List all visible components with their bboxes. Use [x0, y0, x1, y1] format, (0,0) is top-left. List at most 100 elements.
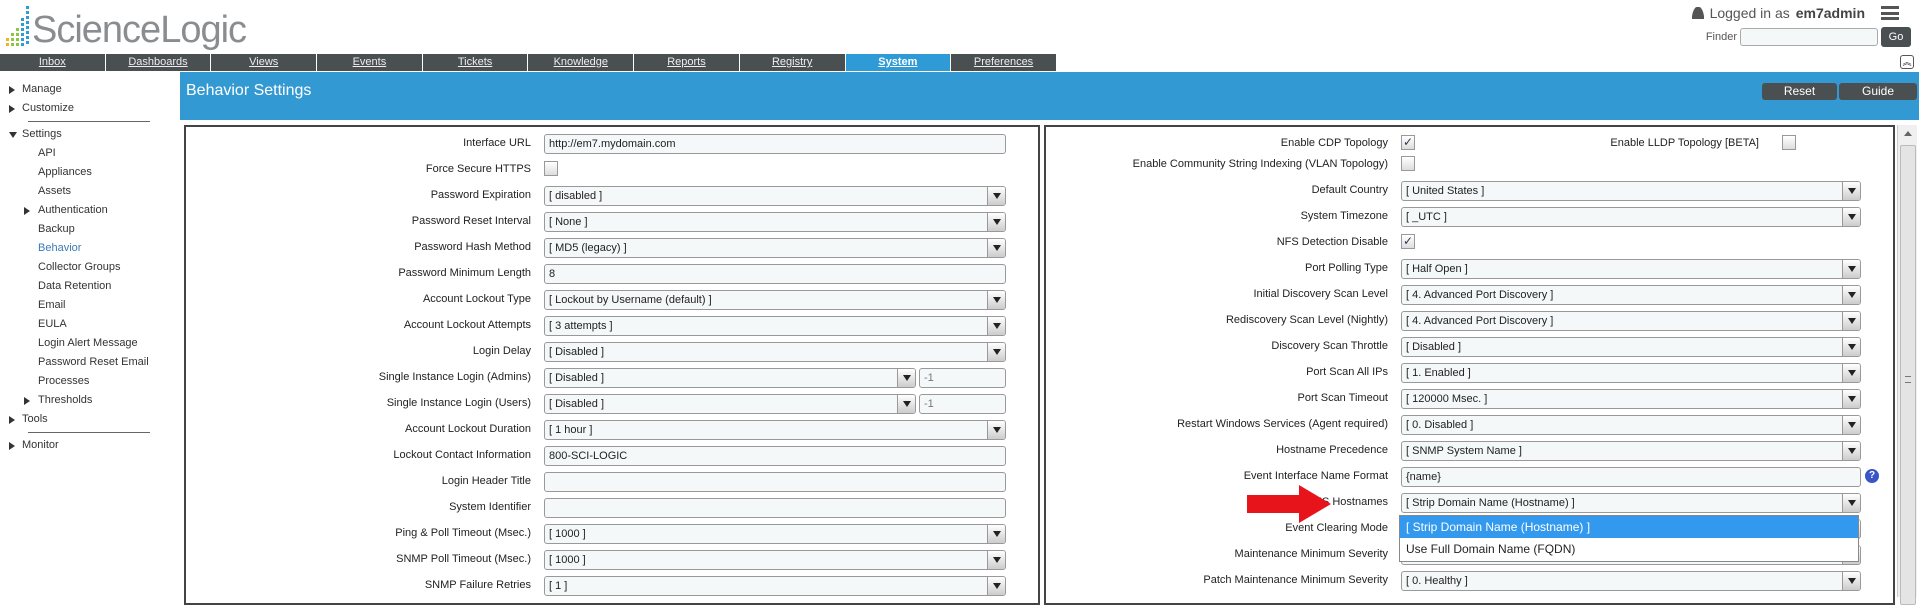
sidebar-item-api[interactable]: API [0, 144, 180, 163]
help-icon[interactable]: ? [1865, 469, 1879, 483]
enable-community-string-indexing-vlan-topology-checkbox[interactable] [1401, 156, 1415, 171]
dropdown-arrow-icon[interactable] [1842, 260, 1860, 278]
tab-knowledge[interactable]: Knowledge [528, 54, 635, 71]
tab-inbox[interactable]: Inbox [0, 54, 106, 71]
ping-poll-timeout-msec-select[interactable]: [ 1000 ] [544, 524, 1006, 544]
sidebar-item-customize[interactable]: Customize [0, 99, 180, 118]
dropdown-arrow-icon[interactable] [897, 395, 915, 413]
snmp-poll-timeout-msec-select[interactable]: [ 1000 ] [544, 550, 1006, 570]
system-identifier-input[interactable] [544, 498, 1006, 518]
dropdown-option[interactable]: [ Strip Domain Name (Hostname) ] [1400, 516, 1858, 538]
sidebar-item-password-reset-email[interactable]: Password Reset Email [0, 353, 180, 372]
password-hash-method-select[interactable]: [ MD5 (legacy) ] [544, 238, 1006, 258]
expanded-triangle-icon[interactable] [9, 132, 17, 138]
patch-maintenance-minimum-severity-select[interactable]: [ 0. Healthy ] [1401, 571, 1861, 591]
rediscovery-scan-level-nightly-select[interactable]: [ 4. Advanced Port Discovery ] [1401, 311, 1861, 331]
dropdown-arrow-icon[interactable] [1842, 390, 1860, 408]
tab-preferences[interactable]: Preferences [951, 54, 1057, 71]
collapsed-triangle-icon[interactable] [9, 442, 15, 450]
default-country-select[interactable]: [ United States ] [1401, 181, 1861, 201]
scroll-up-icon[interactable] [1904, 131, 1912, 136]
single-instance-login-users-count-input[interactable]: -1 [919, 394, 1006, 414]
dropdown-arrow-icon[interactable] [987, 577, 1005, 595]
finder-go-button[interactable]: Go [1881, 27, 1911, 47]
enable-cdp-topology-checkbox[interactable]: ✓ [1401, 135, 1415, 150]
single-instance-login-admins-count-input[interactable]: -1 [919, 368, 1006, 388]
reset-button[interactable]: Reset [1762, 83, 1837, 100]
dropdown-arrow-icon[interactable] [987, 239, 1005, 257]
sidebar-item-settings[interactable]: Settings [0, 125, 180, 144]
sidebar-item-collector-groups[interactable]: Collector Groups [0, 258, 180, 277]
sidebar-item-backup[interactable]: Backup [0, 220, 180, 239]
initial-discovery-scan-level-select[interactable]: [ 4. Advanced Port Discovery ] [1401, 285, 1861, 305]
password-expiration-select[interactable]: [ disabled ] [544, 186, 1006, 206]
sidebar-item-tools[interactable]: Tools [0, 410, 180, 429]
event-interface-name-format-input[interactable]: {name} [1401, 467, 1861, 487]
sidebar-item-assets[interactable]: Assets [0, 182, 180, 201]
sidebar-item-monitor[interactable]: Monitor [0, 436, 180, 455]
discovery-scan-throttle-select[interactable]: [ Disabled ] [1401, 337, 1861, 357]
dropdown-arrow-icon[interactable] [897, 369, 915, 387]
sidebar-item-data-retention[interactable]: Data Retention [0, 277, 180, 296]
port-scan-all-ips-select[interactable]: [ 1. Enabled ] [1401, 363, 1861, 383]
dropdown-option[interactable]: Use Full Domain Name (FQDN) [1400, 538, 1858, 560]
single-instance-login-users-select[interactable]: [ Disabled ] [544, 394, 916, 414]
sidebar-item-processes[interactable]: Processes [0, 372, 180, 391]
account-lockout-duration-select[interactable]: [ 1 hour ] [544, 420, 1006, 440]
dropdown-arrow-icon[interactable] [987, 551, 1005, 569]
collapsed-triangle-icon[interactable] [24, 207, 30, 215]
dropdown-arrow-icon[interactable] [987, 421, 1005, 439]
snmp-failure-retries-select[interactable]: [ 1 ] [544, 576, 1006, 596]
scroll-thumb[interactable] [1900, 145, 1916, 605]
dropdown-arrow-icon[interactable] [1842, 572, 1860, 590]
port-polling-type-select[interactable]: [ Half Open ] [1401, 259, 1861, 279]
port-scan-timeout-select[interactable]: [ 120000 Msec. ] [1401, 389, 1861, 409]
dropdown-arrow-icon[interactable] [987, 525, 1005, 543]
force-secure-https-checkbox[interactable] [544, 161, 558, 176]
sidebar-item-authentication[interactable]: Authentication [0, 201, 180, 220]
nfs-detection-disable-checkbox[interactable]: ✓ [1401, 234, 1415, 249]
dropdown-arrow-icon[interactable] [1842, 364, 1860, 382]
dropdown-arrow-icon[interactable] [1842, 182, 1860, 200]
dropdown-arrow-icon[interactable] [1842, 494, 1860, 512]
collapsed-triangle-icon[interactable] [9, 416, 15, 424]
guide-button[interactable]: Guide [1839, 83, 1917, 100]
dropdown-arrow-icon[interactable] [987, 213, 1005, 231]
sidebar-item-email[interactable]: Email [0, 296, 180, 315]
tab-events[interactable]: Events [317, 54, 423, 71]
dropdown-arrow-icon[interactable] [1842, 338, 1860, 356]
sidebar-item-eula[interactable]: EULA [0, 315, 180, 334]
password-reset-interval-select[interactable]: [ None ] [544, 212, 1006, 232]
interface-url-input[interactable]: http://em7.mydomain.com [544, 134, 1006, 154]
collapsed-triangle-icon[interactable] [24, 397, 30, 405]
login-header-title-input[interactable] [544, 472, 1006, 492]
account-lockout-attempts-select[interactable]: [ 3 attempts ] [544, 316, 1006, 336]
password-minimum-length-input[interactable]: 8 [544, 264, 1006, 284]
sidebar-item-manage[interactable]: Manage [0, 80, 180, 99]
dropdown-arrow-icon[interactable] [1842, 416, 1860, 434]
collapse-header-icon[interactable]: ︽ [1900, 55, 1914, 69]
sidebar-item-behavior[interactable]: Behavior [0, 239, 180, 258]
scrollbar[interactable] [1897, 125, 1917, 605]
dropdown-arrow-icon[interactable] [987, 343, 1005, 361]
dropdown-arrow-icon[interactable] [1842, 312, 1860, 330]
collapsed-triangle-icon[interactable] [9, 105, 15, 113]
system-timezone-select[interactable]: [ _UTC ] [1401, 207, 1861, 227]
collapsed-triangle-icon[interactable] [9, 86, 15, 94]
single-instance-login-admins-select[interactable]: [ Disabled ] [544, 368, 916, 388]
tab-dashboards[interactable]: Dashboards [105, 54, 212, 71]
finder-input[interactable] [1740, 28, 1878, 46]
tab-reports[interactable]: Reports [634, 54, 740, 71]
lockout-contact-information-input[interactable]: 800-SCI-LOGIC [544, 446, 1006, 466]
tab-views[interactable]: Views [211, 54, 318, 71]
sidebar-item-login-alert-message[interactable]: Login Alert Message [0, 334, 180, 353]
restart-windows-services-agent-required-select[interactable]: [ 0. Disabled ] [1401, 415, 1861, 435]
dropdown-arrow-icon[interactable] [1842, 286, 1860, 304]
enable-lldp-topology-checkbox[interactable] [1782, 135, 1796, 150]
dropdown-arrow-icon[interactable] [1842, 208, 1860, 226]
tab-registry[interactable]: Registry [739, 54, 846, 71]
login-delay-select[interactable]: [ Disabled ] [544, 342, 1006, 362]
account-lockout-type-select[interactable]: [ Lockout by Username (default) ] [544, 290, 1006, 310]
tab-tickets[interactable]: Tickets [422, 54, 529, 71]
dropdown-arrow-icon[interactable] [987, 317, 1005, 335]
